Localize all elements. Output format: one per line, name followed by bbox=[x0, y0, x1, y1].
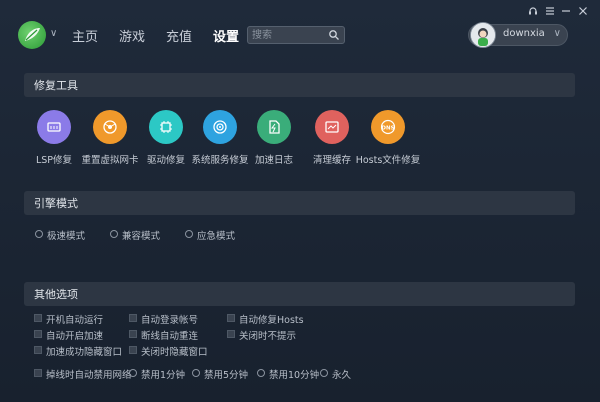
main-nav: 主页 游戏 充值 设置 bbox=[72, 26, 260, 45]
section-repair-tools: 修复工具 bbox=[24, 73, 575, 97]
radio-label: 兼容模式 bbox=[122, 231, 161, 242]
menu-icon[interactable] bbox=[545, 6, 555, 16]
radio-button[interactable] bbox=[110, 230, 118, 238]
checkbox-label: 关闭时隐藏窗口 bbox=[141, 347, 208, 358]
tool-hosts-repair[interactable]: DNS Hosts文件修复 bbox=[348, 110, 428, 166]
cache-icon bbox=[315, 110, 349, 144]
radio-label: 禁用5分钟 bbox=[204, 370, 249, 381]
checkbox-label: 自动登录帐号 bbox=[141, 315, 199, 326]
network-card-icon bbox=[93, 110, 127, 144]
nav-item-recharge[interactable]: 充值 bbox=[166, 26, 192, 45]
section-title: 修复工具 bbox=[34, 79, 78, 92]
checkbox[interactable] bbox=[34, 330, 42, 338]
radio-label: 应急模式 bbox=[197, 231, 236, 242]
radio-button[interactable] bbox=[257, 369, 265, 377]
checkbox[interactable] bbox=[129, 346, 137, 354]
radio-button[interactable] bbox=[129, 369, 137, 377]
user-avatar-icon bbox=[471, 23, 495, 47]
checkbox[interactable] bbox=[129, 330, 137, 338]
svg-text:DNS: DNS bbox=[381, 126, 394, 132]
service-icon bbox=[203, 110, 237, 144]
checkbox-label: 自动修复Hosts bbox=[239, 315, 304, 326]
checkbox-label: 掉线时自动禁用网络 bbox=[46, 370, 132, 381]
section-other-options: 其他选项 bbox=[24, 282, 575, 306]
chevron-down-icon: ∨ bbox=[553, 28, 561, 39]
radio-button[interactable] bbox=[35, 230, 43, 238]
close-icon[interactable] bbox=[578, 6, 588, 16]
radio-button[interactable] bbox=[185, 230, 193, 238]
minimize-icon[interactable] bbox=[561, 6, 571, 16]
username: downxia bbox=[503, 28, 545, 39]
radio-label: 极速模式 bbox=[47, 231, 86, 242]
dns-icon: DNS bbox=[371, 110, 405, 144]
section-title: 引擎模式 bbox=[34, 197, 78, 210]
checkbox-label: 自动开启加速 bbox=[46, 331, 104, 342]
support-icon[interactable] bbox=[528, 6, 538, 16]
radio-button[interactable] bbox=[192, 369, 200, 377]
app-logo[interactable] bbox=[18, 21, 46, 49]
logo-menu-caret-icon[interactable]: ∨ bbox=[50, 28, 57, 39]
radio-label: 禁用10分钟 bbox=[269, 370, 320, 381]
top-bar: ∨ 主页 游戏 充值 设置 搜索 downxia ∨ bbox=[0, 0, 600, 62]
checkbox[interactable] bbox=[34, 346, 42, 354]
search-box bbox=[247, 26, 345, 44]
section-engine-mode: 引擎模式 bbox=[24, 191, 575, 215]
section-title: 其他选项 bbox=[34, 288, 78, 301]
checkbox[interactable] bbox=[129, 314, 137, 322]
checkbox-label: 加速成功隐藏窗口 bbox=[46, 347, 123, 358]
checkbox-label: 断线自动重连 bbox=[141, 331, 199, 342]
checkbox-label: 关闭时不提示 bbox=[239, 331, 297, 342]
leaf-logo-icon bbox=[25, 28, 40, 41]
nav-item-settings[interactable]: 设置 bbox=[213, 26, 239, 45]
checkbox[interactable] bbox=[227, 330, 235, 338]
search-icon[interactable] bbox=[328, 29, 340, 41]
tool-label: Hosts文件修复 bbox=[355, 155, 421, 166]
radio-button[interactable] bbox=[320, 369, 328, 377]
log-icon bbox=[257, 110, 291, 144]
checkbox-label: 开机自动运行 bbox=[46, 315, 104, 326]
checkbox[interactable] bbox=[34, 369, 42, 377]
checkbox[interactable] bbox=[34, 314, 42, 322]
search-input[interactable] bbox=[252, 28, 330, 42]
chip-icon bbox=[149, 110, 183, 144]
checkbox[interactable] bbox=[227, 314, 235, 322]
radio-label: 禁用1分钟 bbox=[141, 370, 186, 381]
user-menu[interactable]: downxia ∨ bbox=[468, 22, 568, 48]
radio-label: 永久 bbox=[332, 370, 352, 381]
nav-item-home[interactable]: 主页 bbox=[72, 26, 98, 45]
avatar bbox=[470, 22, 496, 48]
nav-item-games[interactable]: 游戏 bbox=[119, 26, 145, 45]
lsp-icon bbox=[37, 110, 71, 144]
